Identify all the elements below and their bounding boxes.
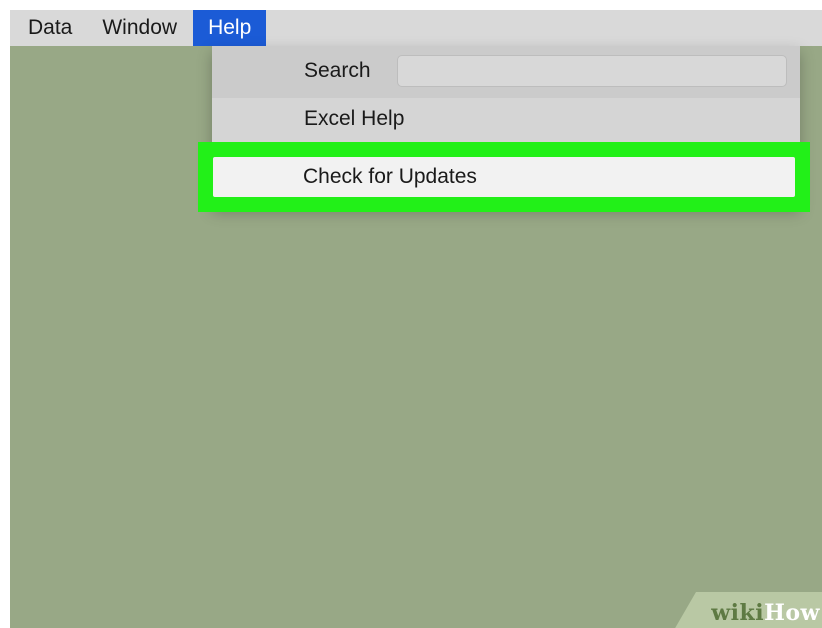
help-search-row: Search bbox=[212, 46, 800, 98]
menu-item-label: Excel Help bbox=[304, 107, 405, 130]
menu-item-excel-help[interactable]: Excel Help bbox=[212, 98, 800, 140]
menu-data[interactable]: Data bbox=[10, 10, 86, 46]
search-label: Search bbox=[304, 59, 371, 82]
menu-bar: Data Window Help bbox=[10, 10, 822, 46]
watermark-text: wikiHow bbox=[711, 600, 820, 626]
menu-item-label: Check for Updates bbox=[303, 165, 477, 188]
help-search-input[interactable] bbox=[397, 55, 787, 87]
wikihow-watermark: wikiHow bbox=[674, 592, 822, 628]
app-window: Data Window Help Search Excel Help Check… bbox=[10, 10, 822, 628]
watermark-how: How bbox=[764, 600, 820, 626]
highlight-frame: Check for Updates bbox=[198, 142, 810, 212]
menu-window[interactable]: Window bbox=[86, 10, 193, 46]
watermark-wiki: wiki bbox=[711, 600, 765, 626]
menu-item-check-for-updates[interactable]: Check for Updates bbox=[213, 157, 795, 197]
menu-help[interactable]: Help bbox=[193, 10, 267, 46]
